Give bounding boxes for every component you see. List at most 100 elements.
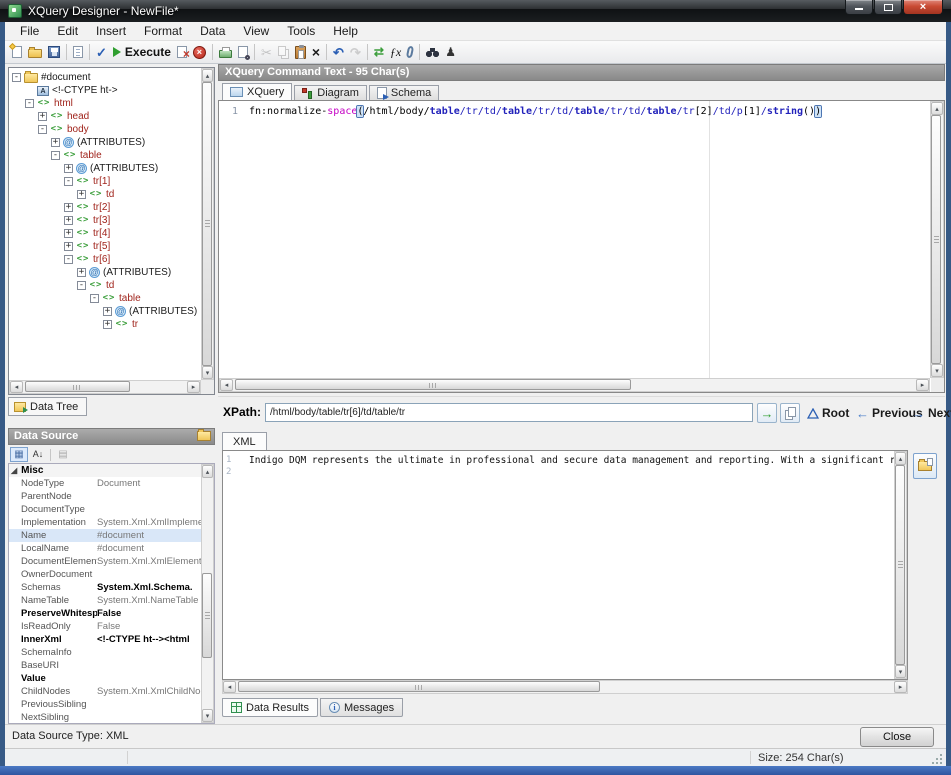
tree-vscrollbar[interactable] bbox=[201, 68, 214, 380]
scroll-track[interactable] bbox=[202, 478, 213, 709]
property-row[interactable]: ParentNode bbox=[9, 490, 201, 503]
scroll-track[interactable] bbox=[931, 115, 943, 364]
property-row[interactable]: NameTableSystem.Xml.NameTable bbox=[9, 594, 201, 607]
execute-button[interactable]: Execute bbox=[110, 42, 174, 62]
open-data-source-icon[interactable] bbox=[197, 431, 211, 441]
editor-vscrollbar[interactable] bbox=[930, 101, 944, 378]
property-row[interactable]: IsReadOnlyFalse bbox=[9, 620, 201, 633]
undo-button[interactable]: ↶ bbox=[330, 42, 347, 62]
expand-toggle-icon[interactable]: + bbox=[64, 203, 73, 212]
menu-item-help[interactable]: Help bbox=[324, 22, 367, 40]
tree-node[interactable]: -<>tr[1] bbox=[9, 175, 200, 188]
scroll-down-icon[interactable] bbox=[895, 665, 906, 678]
tab-diagram[interactable]: Diagram bbox=[294, 85, 367, 100]
property-row[interactable]: DocumentType bbox=[9, 503, 201, 516]
tree-hscrollbar[interactable] bbox=[9, 380, 201, 394]
maximize-button[interactable] bbox=[874, 0, 902, 15]
rename-button[interactable]: ⇄ bbox=[371, 42, 387, 62]
attach-button[interactable] bbox=[404, 42, 416, 62]
tab-data-results[interactable]: Data Results bbox=[222, 698, 318, 717]
property-row[interactable]: ChildNodesSystem.Xml.XmlChildNod bbox=[9, 685, 201, 698]
property-row[interactable]: LocalName#document bbox=[9, 542, 201, 555]
tree-node[interactable]: +<>head bbox=[9, 110, 200, 123]
tab-schema[interactable]: Schema bbox=[369, 85, 439, 100]
expand-toggle-icon[interactable]: + bbox=[64, 164, 73, 173]
scroll-track[interactable] bbox=[233, 379, 916, 391]
tree-node[interactable]: +<>tr[5] bbox=[9, 240, 200, 253]
property-row[interactable]: Value bbox=[9, 672, 201, 685]
collapse-toggle-icon[interactable]: - bbox=[64, 255, 73, 264]
scroll-left-icon[interactable] bbox=[10, 381, 23, 393]
tree-node[interactable]: +<>tr[3] bbox=[9, 214, 200, 227]
open-file-button[interactable] bbox=[25, 42, 45, 62]
tab-xml[interactable]: XML bbox=[222, 432, 267, 450]
tree-node[interactable]: +@(ATTRIBUTES) bbox=[9, 162, 200, 175]
expand-toggle-icon[interactable]: + bbox=[103, 307, 112, 316]
tree-node[interactable]: -<>table bbox=[9, 149, 200, 162]
xpath-copy-button[interactable] bbox=[780, 403, 800, 423]
tree-node[interactable]: -<>body bbox=[9, 123, 200, 136]
menu-item-file[interactable]: File bbox=[11, 22, 48, 40]
stop-button[interactable] bbox=[190, 42, 209, 62]
property-grid-scrollbar[interactable] bbox=[201, 464, 214, 723]
scroll-track[interactable] bbox=[202, 82, 213, 366]
tab-data-tree[interactable]: Data Tree bbox=[8, 397, 87, 416]
scroll-track[interactable] bbox=[236, 681, 894, 693]
tree-node[interactable]: +<>tr[2] bbox=[9, 201, 200, 214]
expand-toggle-icon[interactable]: + bbox=[77, 190, 86, 199]
property-row[interactable]: PreviousSibling bbox=[9, 698, 201, 711]
property-row[interactable]: NextSibling bbox=[9, 711, 201, 723]
function-button[interactable]: ƒx bbox=[387, 42, 404, 62]
delete-button[interactable]: × bbox=[309, 42, 323, 62]
tree-node[interactable]: +<>tr[4] bbox=[9, 227, 200, 240]
results-hscrollbar[interactable] bbox=[222, 680, 908, 694]
menu-item-view[interactable]: View bbox=[234, 22, 278, 40]
close-window-button[interactable]: × bbox=[903, 0, 943, 15]
scroll-thumb[interactable] bbox=[895, 465, 905, 665]
tree-node[interactable]: -<>html bbox=[9, 97, 200, 110]
property-category[interactable]: ◢Misc bbox=[9, 464, 201, 477]
scroll-thumb[interactable] bbox=[235, 379, 631, 390]
new-file-button[interactable] bbox=[9, 42, 25, 62]
collapse-toggle-icon[interactable]: - bbox=[12, 73, 21, 82]
results-vscrollbar[interactable] bbox=[894, 451, 907, 679]
tree-node[interactable]: +@(ATTRIBUTES) bbox=[9, 136, 200, 149]
scroll-down-icon[interactable] bbox=[202, 709, 213, 722]
xpath-go-button[interactable]: → bbox=[757, 403, 777, 423]
collapse-toggle-icon[interactable]: - bbox=[77, 281, 86, 290]
property-row[interactable]: NodeTypeDocument bbox=[9, 477, 201, 490]
tree-node[interactable]: +<>td bbox=[9, 188, 200, 201]
paste-button[interactable] bbox=[292, 42, 309, 62]
editor-hscrollbar[interactable] bbox=[219, 378, 930, 392]
menu-item-data[interactable]: Data bbox=[191, 22, 234, 40]
expand-toggle-icon[interactable]: + bbox=[51, 138, 60, 147]
print-button[interactable] bbox=[216, 42, 235, 62]
scroll-up-icon[interactable] bbox=[202, 69, 213, 82]
validate-button[interactable]: ✓ bbox=[93, 42, 110, 62]
scroll-track[interactable] bbox=[895, 465, 906, 665]
property-row[interactable]: OwnerDocument bbox=[9, 568, 201, 581]
scroll-up-icon[interactable] bbox=[931, 102, 943, 115]
results-area[interactable]: Indigo DQM represents the ultimate in pr… bbox=[222, 450, 908, 680]
scroll-down-icon[interactable] bbox=[202, 366, 213, 379]
categorized-button[interactable]: ▦ bbox=[10, 447, 28, 462]
scroll-left-icon[interactable] bbox=[223, 681, 236, 693]
tree-node[interactable]: +<>tr bbox=[9, 318, 200, 331]
property-row[interactable]: DocumentElementSystem.Xml.XmlElement bbox=[9, 555, 201, 568]
title-bar[interactable]: XQuery Designer - NewFile* × bbox=[0, 0, 951, 22]
tree-node[interactable]: -<>tr[6] bbox=[9, 253, 200, 266]
root-button[interactable]: Root bbox=[807, 406, 849, 420]
scroll-thumb[interactable] bbox=[202, 82, 212, 366]
menu-item-edit[interactable]: Edit bbox=[48, 22, 87, 40]
scroll-up-icon[interactable] bbox=[895, 452, 906, 465]
scroll-right-icon[interactable] bbox=[187, 381, 200, 393]
property-row[interactable]: ImplementationSystem.Xml.XmlImplemen bbox=[9, 516, 201, 529]
scroll-left-icon[interactable] bbox=[220, 379, 233, 391]
expand-toggle-icon[interactable]: + bbox=[77, 268, 86, 277]
expand-toggle-icon[interactable]: + bbox=[64, 229, 73, 238]
collapse-toggle-icon[interactable]: - bbox=[25, 99, 34, 108]
property-row[interactable]: PreserveWhitespacFalse bbox=[9, 607, 201, 620]
collapse-toggle-icon[interactable]: - bbox=[51, 151, 60, 160]
scroll-right-icon[interactable] bbox=[916, 379, 929, 391]
expand-toggle-icon[interactable]: + bbox=[64, 242, 73, 251]
